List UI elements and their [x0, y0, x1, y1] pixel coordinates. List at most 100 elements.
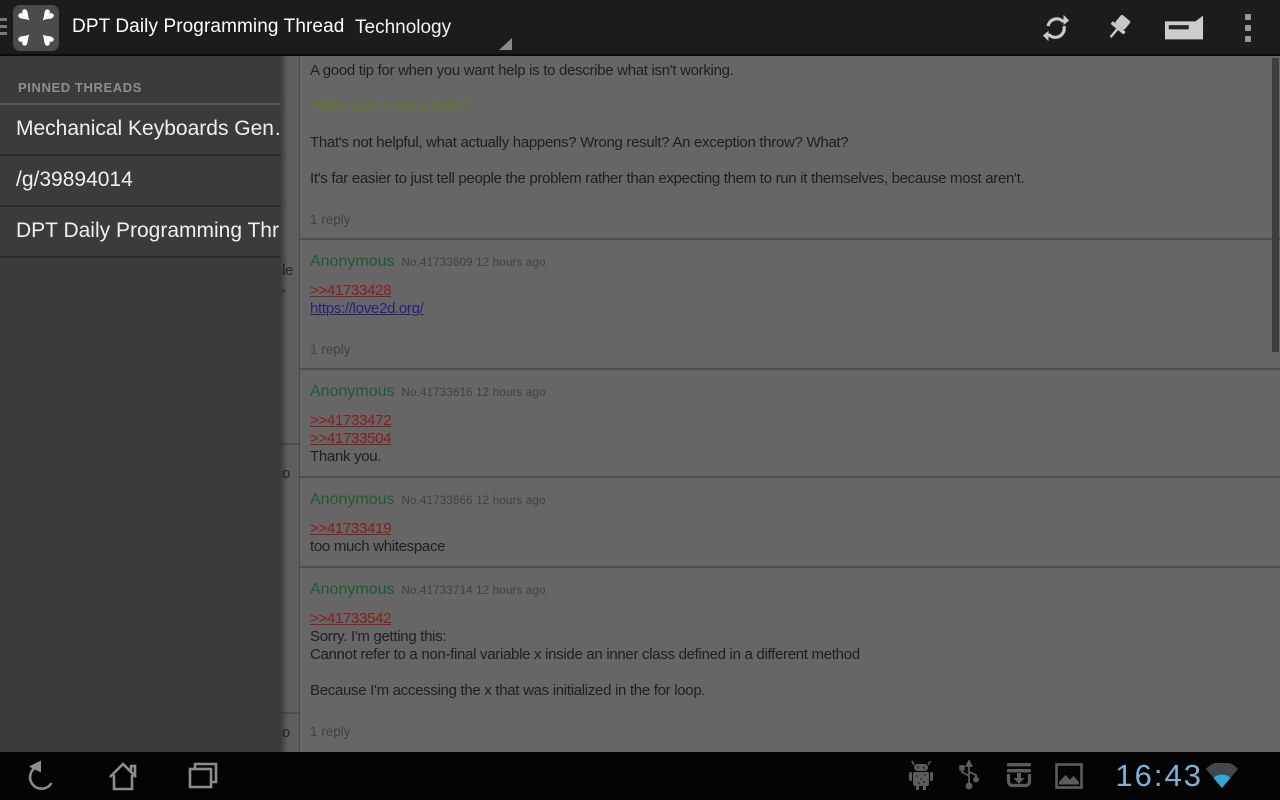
post-text-line: >>41733542	[310, 610, 1270, 628]
poster-name: Anonymous	[310, 253, 395, 270]
back-icon	[25, 759, 61, 793]
quote-link[interactable]: >>41733419	[310, 520, 391, 537]
post: A good tip for when you want help is to …	[300, 56, 1280, 240]
pin-thread-button[interactable]	[1094, 0, 1142, 56]
spinner-caret-icon	[499, 38, 512, 50]
status-clock: 16:43	[1115, 752, 1203, 800]
post-time: 12 hours ago	[473, 257, 546, 269]
post: Anonymous No.41733609 12 hours ago >>41733…	[300, 240, 1280, 370]
quote-link[interactable]: >>41733472	[310, 412, 391, 429]
clover-petal: ♥	[31, 23, 62, 54]
recents-icon	[186, 760, 220, 792]
board-spinner-label: Technology	[355, 4, 451, 52]
greentext-line: >Why can't I use x here?	[310, 98, 1270, 116]
action-bar: ♥ ♥ ♥ ♥ DPT Daily Programming Thread Tec…	[0, 0, 1280, 56]
post-header: Anonymous No.41733714 12 hours ago	[310, 581, 1270, 597]
refresh-icon	[1041, 13, 1071, 43]
pinned-threads-drawer: PINNED THREADS Mechanical Keyboards Gen……	[0, 56, 281, 752]
home-button[interactable]	[98, 752, 148, 800]
post-number: No.41733666	[402, 495, 473, 507]
post-header: Anonymous No.41733609 12 hours ago	[310, 253, 1270, 269]
reply-count[interactable]: 1 reply	[310, 342, 1270, 358]
post-time: 12 hours ago	[473, 387, 546, 399]
home-icon	[106, 760, 140, 792]
pin-icon	[1102, 12, 1134, 44]
post-text-line: Cannot refer to a non-final variable x i…	[310, 646, 1270, 664]
reply-count[interactable]: 1 reply	[310, 212, 1270, 228]
post-meta: No.41733609 12 hours ago	[402, 257, 546, 269]
post-text-line: https://love2d.org/	[310, 300, 1270, 318]
post-meta: No.41733714 12 hours ago	[402, 585, 546, 597]
blank-line	[310, 152, 1270, 170]
board-spinner[interactable]: Technology	[340, 4, 516, 52]
post-text-line: >>41733428	[310, 282, 1270, 300]
post-text-line: Sorry. I'm getting this:	[310, 628, 1270, 646]
post-time: 12 hours ago	[473, 585, 546, 597]
post-number: No.41733616	[402, 387, 473, 399]
refresh-button[interactable]	[1032, 0, 1080, 56]
reply-icon	[1164, 14, 1204, 42]
blank-line	[310, 116, 1270, 134]
post: Anonymous No.41733666 12 hours ago >>41733…	[300, 478, 1280, 568]
external-link[interactable]: https://love2d.org/	[310, 300, 424, 317]
back-button[interactable]	[18, 752, 68, 800]
recents-button[interactable]	[178, 752, 228, 800]
list-divider	[281, 443, 299, 445]
system-nav-bar: 16:43	[0, 752, 1280, 800]
blank-line	[310, 664, 1270, 682]
drawer-item[interactable]: /g/39894014	[0, 156, 281, 207]
drawer-indicator-icon[interactable]	[0, 18, 7, 38]
drawer-header: PINNED THREADS	[0, 56, 281, 105]
overflow-dot	[1245, 14, 1251, 20]
post-text-line: Thank you.	[310, 448, 1270, 466]
post-meta: No.41733666 12 hours ago	[402, 495, 546, 507]
poster-name: Anonymous	[310, 491, 395, 508]
thread-pane: A good tip for when you want help is to …	[300, 56, 1280, 752]
clipped-text-fragment: le	[282, 262, 293, 279]
clover-app-icon[interactable]: ♥ ♥ ♥ ♥	[13, 5, 59, 51]
reply-count[interactable]: 1 reply	[310, 724, 1270, 740]
page-title: DPT Daily Programming Thread	[72, 0, 344, 54]
clipped-text-fragment: o	[282, 465, 290, 482]
scrollbar-thumb[interactable]	[1272, 58, 1279, 352]
post-text-line: too much whitespace	[310, 538, 1270, 556]
post-number: No.41733714	[402, 585, 473, 597]
post-text-line: >>41733504	[310, 430, 1270, 448]
overflow-dot	[1245, 36, 1251, 42]
usb-debug-icon	[902, 752, 940, 800]
post-meta: No.41733616 12 hours ago	[402, 387, 546, 399]
post-text-line: It's far easier to just tell people the …	[310, 170, 1270, 188]
post-text-line: A good tip for when you want help is to …	[310, 62, 1270, 80]
list-divider	[281, 712, 299, 714]
post-time: 12 hours ago	[473, 495, 546, 507]
reply-button[interactable]	[1156, 0, 1212, 56]
wifi-icon	[1204, 752, 1240, 800]
poster-name: Anonymous	[310, 383, 395, 400]
quote-link[interactable]: >>41733428	[310, 282, 391, 299]
clipped-text-fragment: o	[282, 724, 290, 741]
thread-list-sliver: le ' o o	[281, 56, 300, 752]
post-text-line: >>41733419	[310, 520, 1270, 538]
drawer-item[interactable]: DPT Daily Programming Thr…	[0, 207, 281, 258]
download-icon	[1000, 752, 1038, 800]
post-text-line: >>41733472	[310, 412, 1270, 430]
drawer-item[interactable]: Mechanical Keyboards Gen…	[0, 105, 281, 156]
overflow-dot	[1245, 25, 1251, 31]
post: Anonymous No.41733714 12 hours ago >>41733…	[300, 568, 1280, 750]
post: Anonymous No.41733616 12 hours ago >>41733…	[300, 370, 1280, 478]
clipped-text-fragment: '	[282, 286, 285, 303]
post-text-line: Because I'm accessing the x that was ini…	[310, 682, 1270, 700]
quote-link[interactable]: >>41733504	[310, 430, 391, 447]
gallery-icon	[1050, 752, 1088, 800]
screen: le ' o o A good tip for when you want help …	[0, 0, 1280, 800]
quote-link[interactable]: >>41733542	[310, 610, 391, 627]
drawer-header-label: PINNED THREADS	[18, 80, 142, 95]
post-number: No.41733609	[402, 257, 473, 269]
usb-icon	[952, 752, 986, 800]
post-header: Anonymous No.41733616 12 hours ago	[310, 383, 1270, 399]
poster-name: Anonymous	[310, 581, 395, 598]
post-text-line: That's not helpful, what actually happen…	[310, 134, 1270, 152]
overflow-menu-button[interactable]	[1232, 0, 1264, 56]
blank-line	[310, 80, 1270, 98]
post-header: Anonymous No.41733666 12 hours ago	[310, 491, 1270, 507]
